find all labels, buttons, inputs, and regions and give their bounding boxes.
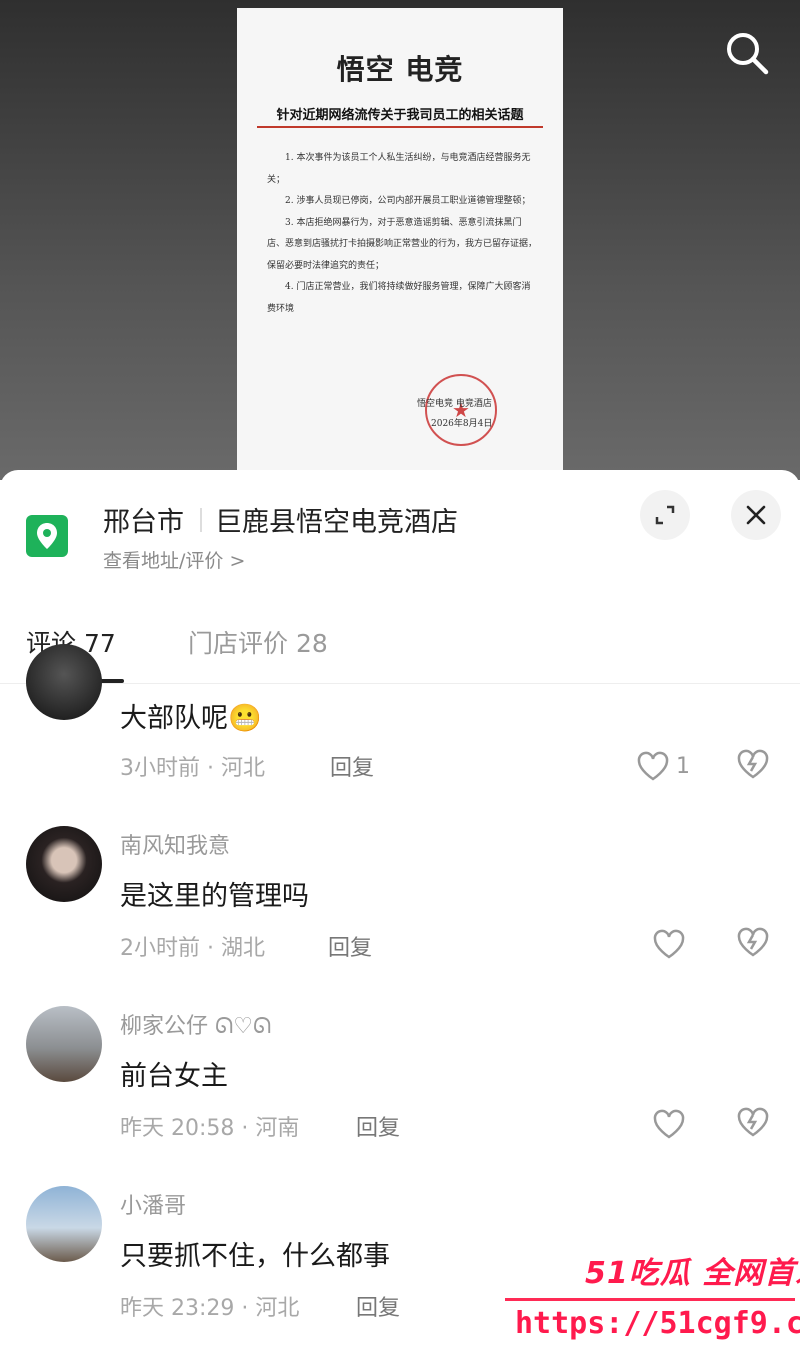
broken-heart-icon xyxy=(737,749,769,779)
comment-tabs: 评论 77 门店评价 28 xyxy=(0,616,800,684)
close-icon xyxy=(746,505,766,525)
watermark-line xyxy=(505,1298,795,1301)
like-button[interactable] xyxy=(652,1106,722,1142)
like-count: 1 xyxy=(676,753,690,779)
search-icon xyxy=(727,33,769,75)
heart-icon xyxy=(653,929,685,959)
broken-heart-icon xyxy=(737,1107,769,1137)
search-button[interactable] xyxy=(722,28,772,78)
comment-item: 大部队呢😬 3小时前 · 河北 回复 1 xyxy=(0,644,800,804)
notice-item: 2. 涉事人员现已停岗，公司内部开展员工职业道德管理整顿； xyxy=(285,196,531,206)
notice-divider xyxy=(257,126,543,128)
notice-signature-name: 悟空电竞 电竞酒店 xyxy=(417,399,492,409)
like-button[interactable] xyxy=(652,926,722,962)
broken-heart-icon xyxy=(737,927,769,957)
comment-username[interactable]: 柳家公仔 ᘏ♡ᘏ xyxy=(120,1008,271,1040)
avatar[interactable] xyxy=(26,826,102,902)
comment-meta: 2小时前 · 湖北 xyxy=(120,936,265,961)
expand-icon xyxy=(655,505,675,525)
watermark-title: 51吃瓜 全网首发 xyxy=(585,1256,800,1291)
comment-meta: 3小时前 · 河北 xyxy=(120,756,265,781)
reply-button[interactable]: 回复 xyxy=(330,750,374,782)
reply-button[interactable]: 回复 xyxy=(356,1290,400,1322)
comment-text: 是这里的管理吗 xyxy=(120,881,309,912)
comment-text: 只要抓不住，什么都事 xyxy=(120,1241,390,1272)
expand-button[interactable] xyxy=(640,490,690,540)
notice-item: 1. 本次事件为该员工个人私生活纠纷，与电竞酒店经营服务无关； xyxy=(267,153,531,185)
comment-meta: 昨天 20:58 · 河南 xyxy=(120,1116,300,1141)
dislike-button[interactable] xyxy=(735,1106,773,1142)
comment-username[interactable]: 南风知我意 xyxy=(120,828,230,860)
notice-logo: 悟空 电竞 xyxy=(336,53,464,86)
notice-item: 4. 门店正常营业，我们将持续做好服务管理，保障广大顾客消费环境 xyxy=(267,282,531,314)
notice-item: 3. 本店拒绝网暴行为，对于恶意造谣剪辑、恶意引流抹黑门店、恶意到店骚扰打卡拍摄… xyxy=(267,217,538,271)
avatar[interactable] xyxy=(26,1006,102,1082)
video-area[interactable]: 悟空 电竞 针对近期网络流传关于我司员工的相关话题 1. 本次事件为该员工个人私… xyxy=(0,0,800,480)
like-button[interactable]: 1 xyxy=(636,748,706,784)
heart-icon xyxy=(637,751,669,781)
watermark: 51吃瓜 全网首发 https://51cgf9.com xyxy=(505,1240,800,1349)
notice-title: 针对近期网络流传关于我司员工的相关话题 xyxy=(276,108,524,123)
avatar[interactable] xyxy=(26,644,102,720)
dislike-button[interactable] xyxy=(735,926,773,962)
comment-text: 前台女主 xyxy=(120,1061,228,1092)
reply-button[interactable]: 回复 xyxy=(328,930,372,962)
comment-meta: 昨天 23:29 · 河北 xyxy=(120,1296,300,1321)
comment-item: 南风知我意 是这里的管理吗 2小时前 · 湖北 回复 xyxy=(0,822,800,1002)
comment-item: 柳家公仔 ᘏ♡ᘏ 前台女主 昨天 20:58 · 河南 回复 xyxy=(0,1002,800,1182)
location-separator xyxy=(200,508,202,532)
dislike-button[interactable] xyxy=(735,748,773,784)
location-name[interactable]: 巨鹿县悟空电竞酒店 xyxy=(215,500,458,539)
notice-document: 悟空 电竞 针对近期网络流传关于我司员工的相关话题 1. 本次事件为该员工个人私… xyxy=(237,8,563,480)
comment-sheet: 邢台市 巨鹿县悟空电竞酒店 查看地址/评价 > 评论 77 门店评价 28 大部… xyxy=(0,470,800,1349)
avatar[interactable] xyxy=(26,1186,102,1262)
heart-icon xyxy=(653,1109,685,1139)
notice-signature: 悟空电竞 电竞酒店 2026年8月4日 xyxy=(417,394,492,434)
tab-store-reviews[interactable]: 门店评价 28 xyxy=(188,624,328,660)
notice-body: 1. 本次事件为该员工个人私生活纠纷，与电竞酒店经营服务无关； 2. 涉事人员现… xyxy=(267,148,537,320)
comment-text: 大部队呢😬 xyxy=(120,703,262,734)
location-pin-icon xyxy=(26,515,68,557)
location-city[interactable]: 邢台市 xyxy=(103,500,184,539)
comment-username[interactable]: 小潘哥 xyxy=(120,1188,186,1220)
reply-button[interactable]: 回复 xyxy=(356,1110,400,1142)
notice-date: 2026年8月4日 xyxy=(431,419,493,429)
watermark-url: https://51cgf9.com xyxy=(515,1306,800,1341)
close-button[interactable] xyxy=(731,490,781,540)
view-address-link[interactable]: 查看地址/评价 > xyxy=(103,546,245,573)
